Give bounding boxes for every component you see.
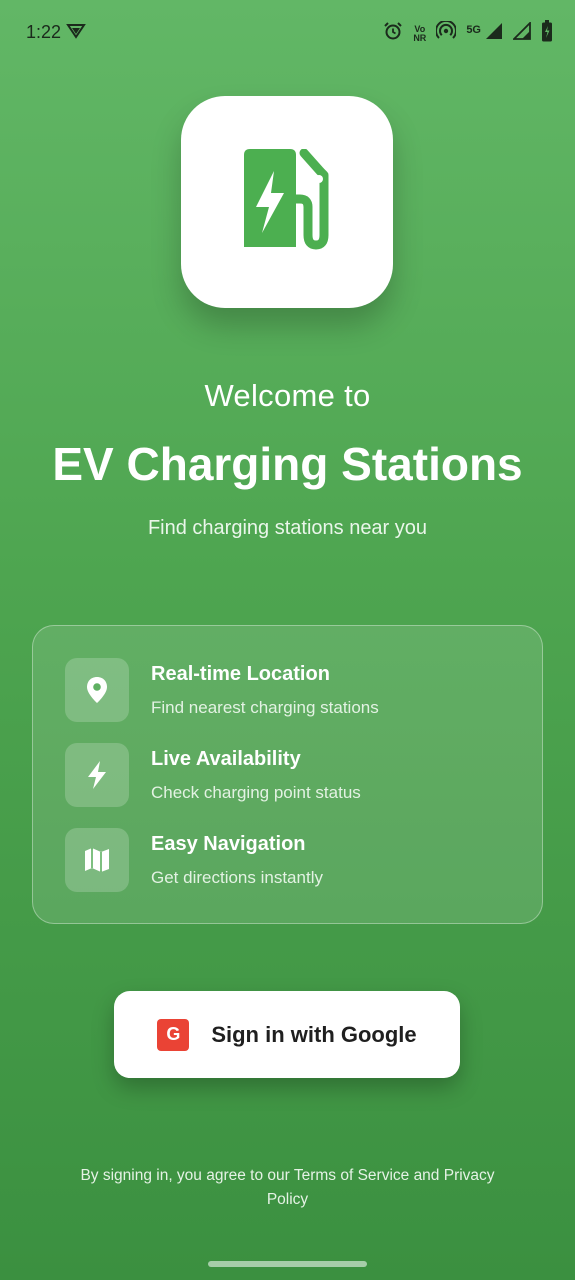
status-time: 1:22	[26, 22, 62, 42]
network-type: 5G	[466, 23, 481, 36]
feature-description: Check charging point status	[151, 783, 361, 802]
feature-title: Easy Navigation	[151, 833, 306, 855]
feature-title: Live Availability	[151, 748, 301, 770]
feature-description: Find nearest charging stations	[151, 698, 379, 717]
alarm-icon	[383, 21, 403, 46]
lightning-bolt-icon	[65, 743, 129, 807]
ev-charger-icon	[240, 148, 334, 256]
welcome-text: Welcome to	[204, 378, 371, 413]
google-icon: G	[157, 1018, 190, 1051]
hotspot-icon	[435, 19, 458, 46]
volte-bottom-label: NR	[413, 32, 427, 43]
feature-real-time-location: Real-time Location Find nearest charging…	[65, 658, 525, 722]
status-icons: Vo NR 5G	[383, 19, 553, 47]
feature-description: Get directions instantly	[151, 868, 323, 887]
signal-icon-1	[485, 22, 503, 45]
signal-icon-2	[511, 20, 531, 45]
feature-title: Real-time Location	[151, 663, 330, 685]
status-bar: 1:22 Vo NR 5G	[0, 0, 575, 64]
map-icon	[65, 828, 129, 892]
features-card: Real-time Location Find nearest charging…	[32, 625, 543, 924]
vpn-icon	[66, 22, 86, 45]
tagline: Find charging stations near you	[147, 517, 428, 539]
volte-icon: Vo NR	[413, 24, 427, 43]
feature-easy-navigation: Easy Navigation Get directions instantly	[65, 828, 525, 892]
google-sign-in-label: Sign in with Google	[211, 1021, 417, 1047]
app-logo	[181, 96, 393, 308]
legal-text: By signing in, you agree to our Terms of…	[80, 1167, 495, 1208]
home-indicator[interactable]	[208, 1261, 367, 1267]
feature-live-availability: Live Availability Check charging point s…	[65, 743, 525, 807]
location-pin-icon	[65, 658, 129, 722]
app-title: EV Charging Stations	[52, 438, 523, 490]
google-sign-in-button[interactable]: G Sign in with Google	[114, 991, 460, 1078]
battery-icon	[541, 20, 553, 47]
